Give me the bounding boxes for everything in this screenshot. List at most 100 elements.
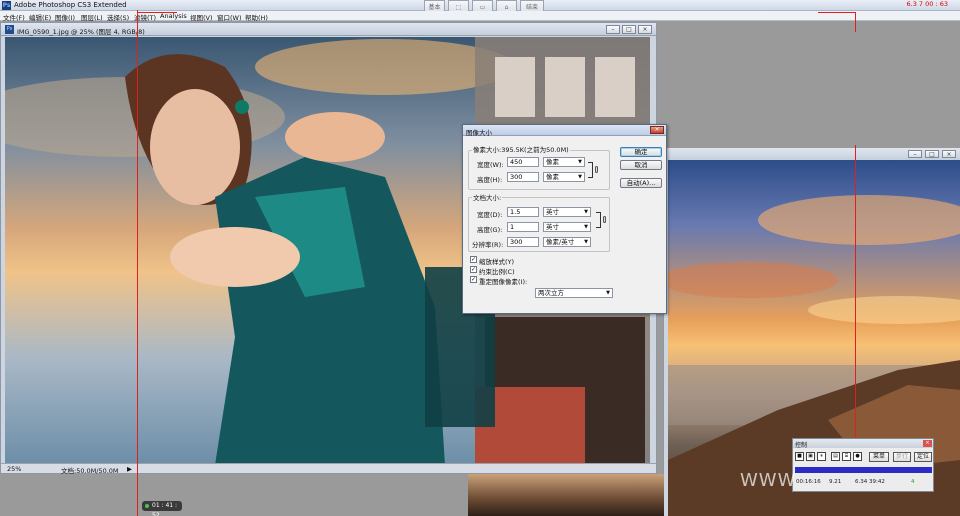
document-size-info[interactable]: 文档:50.0M/50.0M xyxy=(61,465,119,475)
pixel-height-unit-select[interactable]: 像素 ▼ xyxy=(543,172,585,182)
doc-height-unit-value: 英寸 xyxy=(546,223,559,231)
close-icon[interactable]: × xyxy=(638,25,652,34)
doc-width-label: 宽度(D): xyxy=(477,211,503,219)
doc-height-unit-select[interactable]: 英寸 ▼ xyxy=(543,222,591,232)
ps-document-icon: Ps xyxy=(5,25,14,34)
pause-icon[interactable]: ⏸ xyxy=(817,452,826,461)
ps-icon: Ps xyxy=(2,1,11,10)
document-2-titlebar[interactable]: – □ × xyxy=(664,148,960,160)
pixel-width-unit-select[interactable]: 像素 ▼ xyxy=(543,157,585,167)
dropdown-arrow-icon: ▼ xyxy=(578,159,582,165)
menu-image[interactable]: 图像(I) xyxy=(55,12,75,22)
document-1-statusbar: 25% 文档:50.0M/50.0M ▶ xyxy=(1,463,656,475)
menu-file[interactable]: 文件(F) xyxy=(3,12,25,22)
doc-height-input[interactable] xyxy=(507,222,539,232)
control-panel-title: 控制 xyxy=(795,442,808,449)
resolution-unit-value: 像素/英寸 xyxy=(546,238,575,246)
app-title: Adobe Photoshop CS3 Extended xyxy=(14,1,127,9)
link-chain-icon xyxy=(595,166,598,173)
screen-icon[interactable]: ▤ xyxy=(831,452,840,461)
time-count: 4 xyxy=(911,479,915,485)
guide-line-vertical-right xyxy=(855,12,856,32)
doc-link-chain-icon xyxy=(603,216,606,223)
minimize-icon[interactable]: – xyxy=(606,25,620,34)
menu-edit[interactable]: 编辑(E) xyxy=(29,12,51,22)
timer-value: 01 : 41 : 52 xyxy=(152,502,178,516)
image-size-dialog: 图像大小 × 像素大小:395.5K(之前为50.0M) 宽度(W): 像素▼ … xyxy=(462,124,667,314)
pixel-height-input[interactable] xyxy=(507,172,539,182)
capture-icon[interactable]: ⌸ xyxy=(842,452,851,461)
ok-button[interactable]: 确定 xyxy=(620,147,662,157)
dialog-titlebar[interactable]: 图像大小 × xyxy=(463,125,666,137)
menu-help[interactable]: 帮助(H) xyxy=(245,12,268,22)
dialog-title: 图像大小 xyxy=(466,129,492,137)
menu-view[interactable]: 视图(V) xyxy=(190,12,213,22)
resolution-input[interactable] xyxy=(507,237,539,247)
guide-line-horizontal-left xyxy=(137,12,177,13)
guide-line-horizontal xyxy=(818,12,856,13)
time-start: 00:16:16 xyxy=(796,479,821,485)
close-icon[interactable]: × xyxy=(650,126,664,134)
close-icon[interactable]: × xyxy=(923,440,932,447)
maximize-icon[interactable]: □ xyxy=(622,25,636,34)
dropdown-arrow-icon: ▼ xyxy=(606,290,610,296)
document-2-canvas-bottom xyxy=(468,474,664,516)
document-size-title: 文档大小: xyxy=(472,192,503,202)
pixel-width-unit-value: 像素 xyxy=(546,158,559,166)
recording-timeline[interactable] xyxy=(795,467,932,473)
close-icon[interactable]: × xyxy=(942,150,956,158)
doc-height-label: 高度(G): xyxy=(477,226,503,234)
menu-layer[interactable]: 图层(L) xyxy=(81,12,103,22)
constrain-proportions-checkbox[interactable]: ✓ xyxy=(470,266,477,273)
dropdown-arrow-icon: ▼ xyxy=(578,174,582,180)
resolution-label: 分辨率(R): xyxy=(472,241,504,249)
cancel-button[interactable]: 取消 xyxy=(620,160,662,170)
time-end: 6.34 39:42 xyxy=(855,479,885,485)
resample-method-value: 两次立方 xyxy=(538,289,564,297)
constrain-proportions-label: 约束比例(C) xyxy=(479,268,515,276)
dropdown-arrow-icon: ▼ xyxy=(584,209,588,215)
resample-method-select[interactable]: 两次立方 ▼ xyxy=(535,288,613,298)
step-button[interactable]: 步行 xyxy=(893,452,911,462)
resolution-unit-select[interactable]: 像素/英寸 ▼ xyxy=(543,237,591,247)
control-panel: 控制 × ■ ▣ ⏸ ▤ ⌸ ● 菜单 步行 定位 00:16:16 9.21 … xyxy=(792,438,934,492)
stop-icon[interactable]: ▣ xyxy=(806,452,815,461)
maximize-icon[interactable]: □ xyxy=(925,150,939,158)
resample-label: 重定图像像素(I): xyxy=(479,278,528,286)
guide-line-vertical xyxy=(137,10,138,516)
width-label: 宽度(W): xyxy=(477,161,504,169)
status-arrow-icon[interactable]: ▶ xyxy=(127,465,132,473)
recording-timer: 01 : 41 : 52 xyxy=(142,501,182,516)
locate-button[interactable]: 定位 xyxy=(914,452,932,462)
recording-note: 6.3 7 00 : 63 xyxy=(906,0,948,8)
minimize-icon[interactable]: – xyxy=(908,150,922,158)
height-label: 高度(H): xyxy=(477,176,503,184)
menu-select[interactable]: 选择(S) xyxy=(107,12,129,22)
pixel-height-unit-value: 像素 xyxy=(546,173,559,181)
doc-constrain-bracket xyxy=(596,212,601,228)
time-mid: 9.21 xyxy=(829,479,842,485)
control-panel-titlebar[interactable]: 控制 × xyxy=(793,439,933,449)
globe-icon[interactable]: ● xyxy=(853,452,862,461)
dropdown-arrow-icon: ▼ xyxy=(584,224,588,230)
document-1-title: IMG_0590_1.jpg @ 25% (图层 4, RGB/8) xyxy=(17,28,145,36)
doc-width-input[interactable] xyxy=(507,207,539,217)
pixel-dimensions-title: 像素大小:395.5K(之前为50.0M) xyxy=(472,144,570,154)
scale-styles-label: 缩放样式(Y) xyxy=(479,258,515,266)
recording-indicator-icon xyxy=(145,504,149,508)
resample-checkbox[interactable]: ✓ xyxy=(470,276,477,283)
menu-button[interactable]: 菜单 xyxy=(869,452,889,462)
constrain-bracket xyxy=(588,162,593,178)
document-1-titlebar[interactable]: Ps IMG_0590_1.jpg @ 25% (图层 4, RGB/8) – … xyxy=(1,23,656,36)
zoom-level[interactable]: 25% xyxy=(7,465,21,473)
scale-styles-checkbox[interactable]: ✓ xyxy=(470,256,477,263)
doc-width-unit-select[interactable]: 英寸 ▼ xyxy=(543,207,591,217)
menu-window[interactable]: 窗口(W) xyxy=(217,12,242,22)
auto-button[interactable]: 自动(A)... xyxy=(620,178,662,188)
menu-analysis[interactable]: Analysis xyxy=(160,12,187,20)
dropdown-arrow-icon: ▼ xyxy=(584,239,588,245)
pixel-width-input[interactable] xyxy=(507,157,539,167)
record-icon[interactable]: ■ xyxy=(795,452,804,461)
doc-width-unit-value: 英寸 xyxy=(546,208,559,216)
watermark-text: WWW xyxy=(740,470,797,491)
